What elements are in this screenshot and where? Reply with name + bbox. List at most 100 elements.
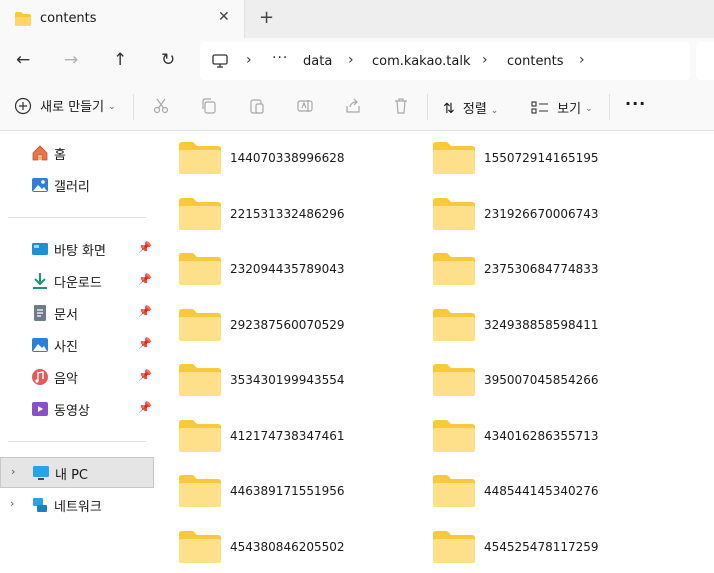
folder-name: 292387560070529 [230,317,345,332]
plus-circle-icon [14,97,32,114]
sort-button-label: 정렬 [462,102,487,117]
back-button[interactable]: ← [16,50,30,70]
pin-icon: 📌 [138,273,152,286]
chevron-right-icon[interactable]: › [482,52,488,68]
address-row: ← → ↑ ↻ › ··· data › com.kakao.talk › co… [0,38,714,84]
folder-icon [179,142,221,174]
folder-item[interactable]: 446389171551956 [158,468,408,508]
forward-button[interactable]: → [64,50,78,70]
folder-icon [433,419,475,452]
new-button[interactable]: 새로 만들기 ⌄ [14,96,116,115]
breadcrumb-data[interactable]: data [303,54,332,69]
folder-name: 353430199943554 [230,373,345,387]
music-icon [32,369,48,385]
navigation-pane: 홈 갤러리 바탕 화면 📌 다운로드 📌 문서 📌 사진 📌 음악 📌 동영상 … [0,131,158,573]
folder-item[interactable]: 144070338996628 [158,135,408,175]
sidebar-item-label: 갤러리 [54,180,90,195]
sidebar-item-downloads[interactable]: 다운로드 📌 [0,266,158,296]
sidebar-item-label: 홈 [54,148,66,163]
breadcrumb-contents[interactable]: contents [507,54,564,69]
sidebar-item-gallery[interactable]: 갤러리 [0,170,158,200]
folder-item[interactable]: 448544145340276 [412,468,662,508]
breadcrumb-overflow-button[interactable]: ··· [272,50,288,66]
view-button[interactable]: 보기 ⌄ [531,98,593,117]
breadcrumb-com-kakao-talk[interactable]: com.kakao.talk [372,54,471,69]
search-box[interactable] [696,42,714,80]
folder-name: 144070338996628 [230,151,345,165]
folder-item[interactable]: 454525478117259 [412,524,662,564]
chevron-down-icon: ⌄ [585,104,593,114]
folder-name: 434016286355713 [484,428,599,443]
sidebar-item-home[interactable]: 홈 [0,138,158,168]
sort-button[interactable]: ⇅ 정렬 ⌄ [443,98,498,117]
chevron-right-icon[interactable]: › [348,52,354,68]
sidebar-item-this-pc[interactable]: › 내 PC [0,457,154,488]
chevron-down-icon: ⌄ [490,106,499,116]
chevron-right-icon[interactable]: › [246,52,252,68]
folder-item[interactable]: 412174738347461 [158,413,408,453]
folder-icon [433,253,475,285]
divider [8,217,146,218]
view-button-label: 보기 [557,102,582,117]
sidebar-item-videos[interactable]: 동영상 📌 [0,394,158,424]
folder-item[interactable]: 434016286355713 [412,413,662,453]
paste-icon[interactable] [248,97,266,115]
folder-item[interactable]: 221531332486296 [158,191,408,231]
address-bar[interactable]: › ··· data › com.kakao.talk › contents › [200,42,690,80]
chevron-right-icon[interactable]: › [10,497,14,510]
pc-icon [33,466,49,480]
sidebar-item-pictures[interactable]: 사진 📌 [0,330,158,360]
command-bar: 새로 만들기 ⌄ ⇅ 정렬 ⌄ 보기 ⌄ ··· [0,84,714,131]
sort-icon: ⇅ [443,101,455,117]
pin-icon: 📌 [138,401,152,414]
sidebar-item-label: 사진 [54,340,78,355]
folder-item[interactable]: 155072914165195 [412,135,662,175]
refresh-button[interactable]: ↻ [161,50,175,70]
tab-strip: contents ✕ + [0,0,714,38]
copy-icon[interactable] [200,97,218,115]
sidebar-item-label: 음악 [54,372,78,387]
folder-item[interactable]: 237530684774833 [412,246,662,286]
sidebar-item-label: 내 PC [55,468,89,483]
folder-item[interactable]: 395007045854266 [412,357,662,397]
desktop-icon [32,243,48,255]
folder-icon [433,364,475,396]
new-button-label: 새로 만들기 [40,100,105,115]
folder-name: 232094435789043 [230,262,345,276]
up-button[interactable]: ↑ [113,50,127,70]
folder-name: 324938858598411 [484,317,599,332]
new-tab-button[interactable]: + [259,7,274,28]
sidebar-item-documents[interactable]: 문서 📌 [0,298,158,328]
cut-icon[interactable] [152,97,170,115]
folder-name: 231926670006743 [484,206,599,221]
tab-contents[interactable]: contents ✕ [0,0,245,38]
folder-item[interactable]: 353430199943554 [158,357,408,397]
see-more-button[interactable]: ··· [625,94,646,113]
delete-icon[interactable] [392,97,410,115]
rename-icon[interactable] [296,97,314,115]
divider [427,94,428,120]
folder-item[interactable]: 454380846205502 [158,524,408,564]
monitor-icon [212,54,228,68]
folder-item[interactable]: 292387560070529 [158,302,408,342]
folder-name: 237530684774833 [484,262,599,276]
chevron-right-icon[interactable]: › [11,465,15,478]
folder-name: 155072914165195 [484,151,599,165]
share-icon[interactable] [344,97,362,115]
folder-item[interactable]: 232094435789043 [158,246,408,286]
download-icon [33,273,47,289]
sidebar-item-desktop[interactable]: 바탕 화면 📌 [0,234,158,264]
folder-name: 454525478117259 [484,539,599,554]
chevron-right-icon[interactable]: › [579,52,585,68]
folder-icon [433,530,475,563]
view-list-icon [531,100,548,114]
folder-icon [179,308,221,341]
sidebar-item-music[interactable]: 음악 📌 [0,362,158,392]
close-tab-icon[interactable]: ✕ [218,9,230,25]
folder-item[interactable]: 324938858598411 [412,302,662,342]
home-icon [32,145,48,161]
sidebar-item-network[interactable]: › 네트워크 [0,490,158,520]
sidebar-item-label: 동영상 [54,404,90,419]
sidebar-item-label: 네트워크 [54,500,102,515]
folder-item[interactable]: 231926670006743 [412,191,662,231]
